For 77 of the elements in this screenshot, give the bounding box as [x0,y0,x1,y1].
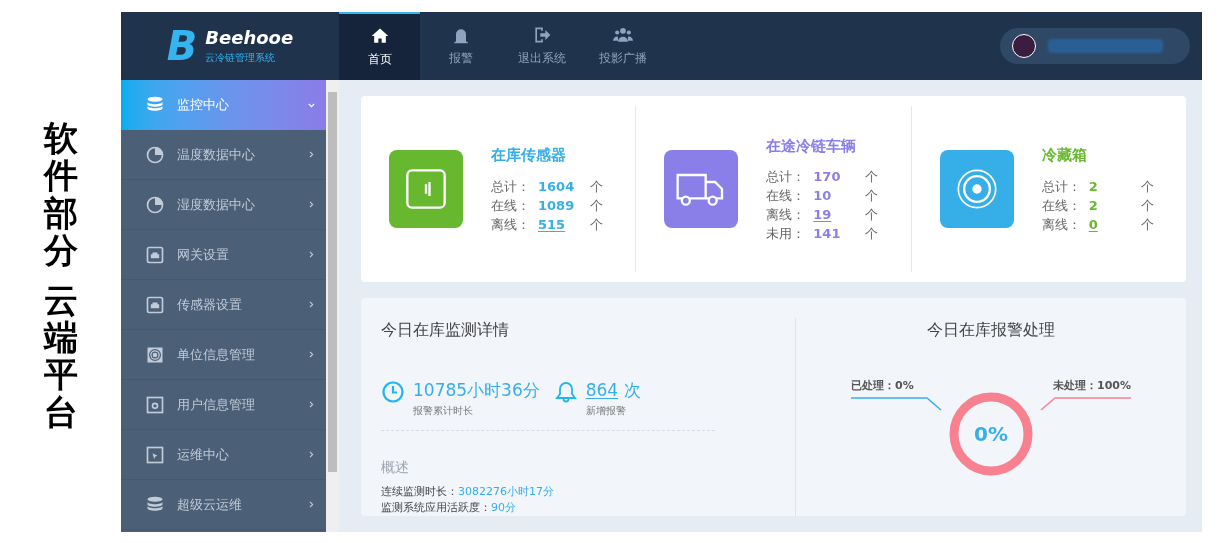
network-port-icon [145,244,165,265]
overview-line: 监测系统应用活跃度：90分 [381,500,517,516]
panel-title: 今日在库报警处理 [927,318,1055,341]
stat-unit: 个 [590,215,603,234]
window-gear-icon [145,394,165,415]
nav-tab[interactable]: 退出系统 [501,12,582,80]
stat-label: 离线： [491,215,531,234]
clock-icon [381,379,405,404]
chevron-right-icon [307,450,316,459]
stat-label: 离线： [1041,215,1082,234]
metric-caption: 新增报警 [585,404,627,418]
nav-tab[interactable]: 首页 [339,12,420,80]
stat-label: 在线： [491,196,531,215]
stat-label: 总计： [491,177,531,196]
metric-caption: 报警累计时长 [413,404,474,418]
card-title: 在库传感器 [491,145,567,166]
chevron-right-icon [307,250,316,259]
house-icon [369,26,390,46]
bell-icon [553,379,578,404]
chevron-right-icon [307,400,316,409]
stat-label: 总计： [1041,177,1082,196]
stat-unit: 个 [590,196,603,215]
stat-value: 2 [1088,178,1098,194]
logo-letter: B [166,26,198,66]
sidebar-item[interactable]: 监控中心 [121,80,326,130]
stat-value: 141 [813,226,841,241]
stat-unit: 个 [1140,196,1154,215]
stat-value: 1604 [538,178,575,194]
stat-label: 总计： [766,168,807,186]
chevron-right-icon [307,300,316,309]
slide-label: 软件部分 [43,119,78,270]
stat-value: 1089 [538,197,575,213]
user-badge[interactable] [1000,28,1190,64]
chevron-right-icon [307,500,316,509]
stat-unit: 个 [865,225,879,243]
card-title: 在途冷链车辆 [766,135,858,157]
stat-label: 在线： [766,187,807,205]
pie-chart-icon [145,194,165,215]
metric-unit: 次 [624,378,642,402]
section-title: 概述 [381,458,410,477]
stat-label: 在线： [1041,196,1082,215]
stat-link[interactable]: 19 [813,207,832,222]
stat-value: 170 [813,169,841,184]
logo-name: Beehooe [205,27,294,50]
stat-unit: 个 [1140,215,1154,234]
panel-title: 今日在库监测详情 [381,318,510,341]
logo-subtitle: 云冷链管理系统 [205,50,277,65]
chart-label: 未处理：100% [1053,377,1131,394]
avatar [1012,34,1036,58]
chart-label: 已处理：0% [851,377,914,394]
stat-label: 未用： [766,225,807,243]
nav-tab[interactable]: 报警 [420,12,501,80]
stat-unit: 个 [590,177,603,196]
stat-unit: 个 [1140,177,1154,196]
stat-value: 10 [813,188,832,203]
stat-unit: 个 [865,168,879,186]
donut-center-label: 0% [974,420,1008,448]
slide-label: 云端平台 [43,281,78,432]
metric-link[interactable]: 864 [585,377,619,403]
chevron-right-icon [307,350,316,359]
chevron-right-icon [307,200,316,209]
chevron-right-icon [307,150,316,159]
overview-line: 连续监测时长：3082276小时17分 [381,484,555,500]
stat-unit: 个 [865,206,879,224]
card-title: 冷藏箱 [1041,145,1088,166]
stat-unit: 个 [865,187,879,205]
pie-chart-icon [145,144,165,165]
people-icon [612,25,633,45]
nav-tab[interactable]: 投影广播 [582,12,663,80]
stat-link[interactable]: 0 [1088,216,1098,232]
network-port-icon [145,294,165,315]
scrollbar[interactable] [326,80,339,532]
stat-value: 2 [1088,197,1098,213]
stat-link[interactable]: 515 [538,216,566,232]
metric-value: 10785小时36分 [413,378,540,402]
stat-label: 离线： [766,206,807,224]
window-cursor-icon [145,444,165,465]
